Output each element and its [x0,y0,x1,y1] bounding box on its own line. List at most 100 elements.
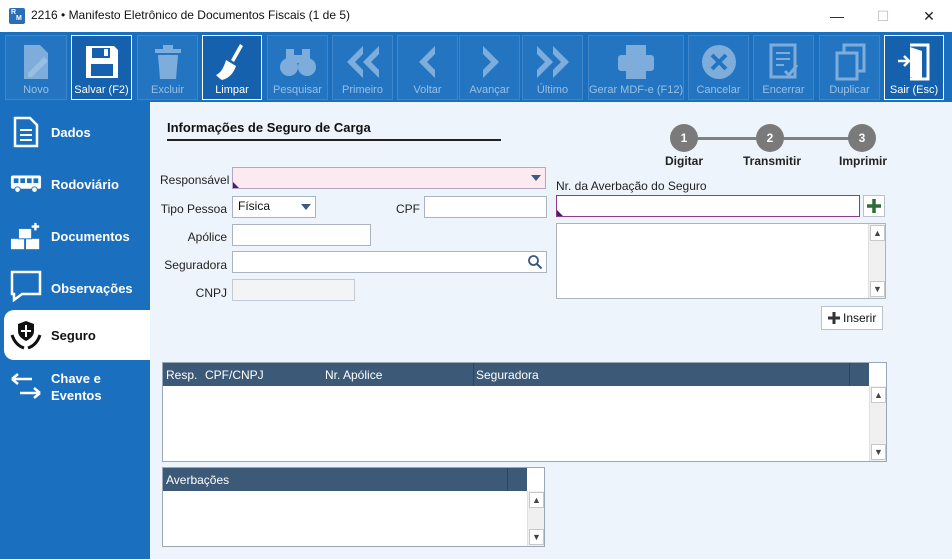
close-mdfe-button[interactable]: Encerrar [753,35,814,100]
sidebar-item-rodoviario[interactable]: Rodoviário [0,164,150,204]
trash-icon [138,42,197,82]
textarea-scrollbar[interactable]: ▲ ▼ [868,224,885,298]
cnpj-input[interactable] [232,279,355,301]
step-3-circle: 3 [848,124,876,152]
insert-button-label: Inserir [843,311,877,325]
plus-icon [828,312,840,324]
previous-button[interactable]: Voltar [397,35,458,100]
apolice-label: Apólice [187,230,227,244]
exit-door-icon [885,42,943,82]
save-disk-icon [72,42,131,82]
save-label: Salvar (F2) [74,84,129,96]
step-1-circle: 1 [670,124,698,152]
seguros-grid[interactable]: Resp. CPF/CNPJ Nr. Apólice Seguradora ▲ … [162,362,887,462]
exit-button[interactable]: Sair (Esc) [884,35,944,100]
cancel-label: Cancelar [696,84,741,96]
main-panel: Informações de Seguro de Carga 1 2 3 Dig… [150,102,952,559]
previous-label: Voltar [413,84,442,96]
column-header[interactable]: Nr. Apólice [325,368,382,382]
scroll-down-icon[interactable]: ▼ [870,281,885,297]
delete-button[interactable]: Excluir [137,35,198,100]
maximize-button[interactable]: ☐ [860,0,906,32]
averbacoes-textarea[interactable]: ▲ ▼ [556,223,886,299]
responsavel-label: Responsável [160,173,230,187]
maximize-icon: ☐ [876,7,890,24]
grid-scrollbar[interactable]: ▲ ▼ [527,491,544,546]
sidebar-item-chave-eventos[interactable]: Chave e Eventos [0,366,150,406]
cnpj-label: CNPJ [195,286,227,300]
minimize-button[interactable]: — [814,0,860,32]
insert-button[interactable]: Inserir [821,306,884,330]
required-marker [233,182,239,188]
cancel-button[interactable]: Cancelar [688,35,749,100]
chevron-down-icon [531,175,541,181]
tipo-pessoa-select[interactable]: Física [232,196,316,218]
arrows-exchange-icon [10,370,42,402]
generate-mdfe-button[interactable]: Gerar MDF-e (F12) [588,35,684,100]
column-header[interactable]: Resp. [166,368,197,382]
averbacao-label: Nr. da Averbação do Seguro [556,179,707,193]
step-3-label: Imprimir [839,154,888,168]
averbacao-input[interactable] [556,195,860,217]
column-header[interactable]: CPF/CNPJ [205,368,264,382]
last-button[interactable]: Último [522,35,583,100]
column-header[interactable]: Seguradora [476,368,539,382]
tipo-pessoa-label: Tipo Pessoa [160,202,227,216]
responsavel-select[interactable] [232,167,546,189]
toolbar: Novo Salvar (F2) Excluir Limpar Pesquisa… [0,32,952,102]
close-mdfe-label: Encerrar [762,84,805,96]
document-icon [10,116,42,148]
sidebar-item-label: Documentos [51,229,130,244]
cancel-circle-icon [689,42,748,82]
scroll-down-icon[interactable]: ▼ [529,529,544,545]
sidebar-item-label: Seguro [51,328,96,343]
search-label: Pesquisar [273,84,322,96]
scroll-down-icon[interactable]: ▼ [871,444,886,460]
grid-header: Resp. CPF/CNPJ Nr. Apólice Seguradora [163,363,869,386]
sidebar-item-observacoes[interactable]: Observações [0,268,150,308]
new-button[interactable]: Novo [5,35,67,100]
seguradora-input[interactable] [232,251,547,273]
clear-button[interactable]: Limpar [202,35,262,100]
search-button[interactable]: Pesquisar [267,35,328,100]
duplicate-button[interactable]: Duplicar [819,35,880,100]
sidebar-item-label: Rodoviário [51,177,119,192]
printer-icon [589,42,683,82]
app-logo-letter: M [16,15,22,22]
broom-icon [203,42,261,82]
grid-header: Averbações [163,468,527,491]
app-logo-icon: R M [9,8,25,24]
sidebar-item-seguro[interactable]: Seguro [4,310,150,360]
sidebar-item-dados[interactable]: Dados [0,112,150,152]
sidebar-item-documentos[interactable]: Documentos [0,216,150,256]
add-averbacao-button[interactable] [863,195,885,217]
double-chevron-right-icon [523,42,582,82]
title-bar: R M 2216 • Manifesto Eletrônico de Docum… [0,0,952,32]
scroll-up-icon[interactable]: ▲ [871,387,886,403]
close-button[interactable]: ✕ [906,0,952,32]
generate-mdfe-label: Gerar MDF-e (F12) [589,84,684,96]
apolice-input[interactable] [232,224,371,246]
scroll-up-icon[interactable]: ▲ [529,492,544,508]
tipo-pessoa-value: Física [238,199,271,213]
grid-scrollbar[interactable]: ▲ ▼ [869,386,886,461]
minimize-icon: — [830,8,844,24]
averbacoes-grid[interactable]: Averbações ▲ ▼ [162,467,545,547]
binoculars-icon [268,42,327,82]
documents-stack-icon [10,220,42,252]
column-header[interactable]: Averbações [166,473,229,487]
chevron-left-icon [398,42,457,82]
copy-icon [820,42,879,82]
scroll-up-icon[interactable]: ▲ [870,225,885,241]
sidebar: Dados Rodoviário Documentos Observações … [0,102,150,559]
save-button[interactable]: Salvar (F2) [71,35,132,100]
search-icon[interactable] [527,254,543,270]
cpf-input[interactable] [424,196,547,218]
sidebar-item-label: Chave e Eventos [51,371,102,403]
first-button[interactable]: Primeiro [332,35,393,100]
delete-label: Excluir [150,84,184,96]
exit-label: Sair (Esc) [889,84,939,96]
step-2-circle: 2 [756,124,784,152]
next-button[interactable]: Avançar [459,35,520,100]
plus-icon [867,199,881,213]
